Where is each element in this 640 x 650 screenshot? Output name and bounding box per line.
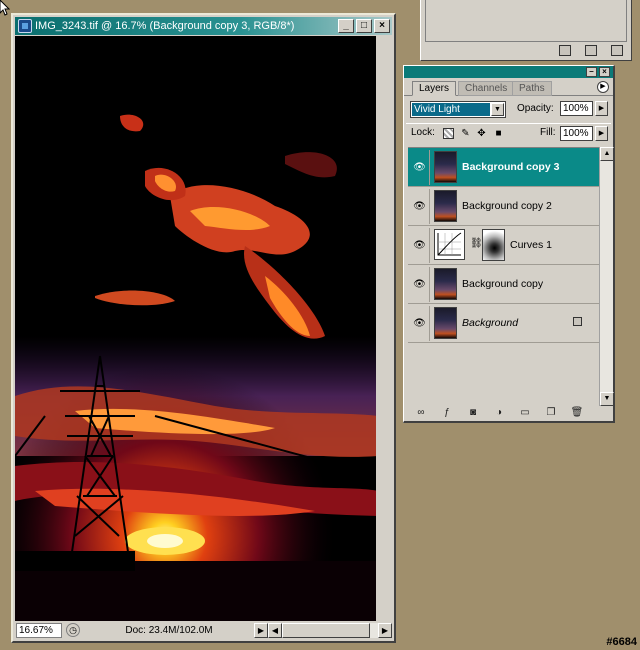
image-canvas[interactable] — [15, 36, 378, 623]
fill-slider-button[interactable]: ▶ — [595, 126, 608, 141]
blend-mode-select[interactable]: Vivid Light ▼ — [410, 101, 506, 118]
layer-name: Background copy 3 — [462, 161, 560, 173]
navigator-panel-body — [425, 0, 627, 42]
link-layers-icon[interactable]: ∞ — [414, 407, 428, 419]
minimize-button[interactable]: _ — [338, 19, 354, 33]
zoom-field[interactable]: 16.67% — [16, 622, 62, 638]
new-layer-icon[interactable]: ❐ — [544, 407, 558, 419]
lock-all-icon[interactable]: ■ — [493, 128, 504, 139]
layer-row-background[interactable]: 👁 Background — [408, 304, 600, 343]
divider — [406, 123, 611, 124]
layer-list: 👁 Background copy 3 👁 Background copy 2 … — [408, 147, 600, 406]
palette-titlebar[interactable]: – × — [404, 66, 613, 78]
layer-thumbnail — [434, 151, 457, 183]
layers-vertical-scrollbar[interactable]: ▲ ▼ — [599, 147, 614, 406]
scroll-down-button[interactable]: ▼ — [600, 392, 614, 406]
palette-footer: ∞ ƒ ◙ ◑ ▭ ❐ 🗑 — [404, 405, 613, 421]
eye-icon[interactable]: 👁 — [410, 189, 430, 224]
palette-close-button[interactable]: × — [599, 67, 610, 77]
document-title: IMG_3243.tif @ 16.7% (Background copy 3,… — [35, 20, 295, 32]
layer-thumbnail — [434, 268, 457, 300]
palette-tabs: Layers Channels Paths ▶ — [404, 78, 613, 96]
layer-thumbnail — [434, 190, 457, 222]
camera-icon[interactable] — [585, 45, 597, 56]
layer-row-background-copy-3[interactable]: 👁 Background copy 3 — [408, 148, 600, 187]
lock-icon — [573, 317, 582, 326]
opacity-label: Opacity: — [517, 103, 554, 114]
blend-mode-value: Vivid Light — [412, 103, 490, 116]
lock-transparency-icon[interactable] — [443, 128, 454, 139]
close-button[interactable]: × — [374, 19, 390, 33]
status-arrow-button[interactable]: ▶ — [254, 622, 268, 638]
opacity-field[interactable]: 100% — [560, 101, 593, 116]
opacity-slider-button[interactable]: ▶ — [595, 101, 608, 116]
eye-icon[interactable]: 👁 — [410, 306, 430, 341]
layer-name: Background — [462, 317, 519, 329]
lock-label: Lock: — [411, 127, 435, 138]
sunset-photo — [15, 36, 378, 623]
curves-adjustment-icon — [434, 229, 465, 260]
layer-name: Background copy 2 — [462, 200, 552, 212]
status-menu-icon[interactable]: ◷ — [66, 623, 80, 637]
layer-name: Curves 1 — [510, 239, 553, 251]
tab-paths[interactable]: Paths — [512, 81, 552, 96]
doc-size-info: Doc: 23.4M/102.0M — [125, 624, 213, 636]
layer-thumbnail — [434, 307, 457, 339]
layer-row-background-copy[interactable]: 👁 Background copy — [408, 265, 600, 304]
scroll-up-button[interactable]: ▲ — [600, 147, 614, 161]
new-group-icon[interactable]: ▭ — [518, 407, 532, 419]
tab-layers[interactable]: Layers — [412, 81, 457, 96]
layer-name: Background copy — [462, 278, 544, 290]
layers-palette: – × Layers Channels Paths ▶ Vivid Light … — [403, 65, 615, 423]
navigator-panel — [420, 0, 632, 61]
history-snapshot-icon[interactable] — [559, 45, 571, 56]
status-bar: 16.67% ◷ Doc: 23.4M/102.0M ▶ ◀ ▶ — [15, 621, 392, 639]
layer-style-icon[interactable]: ƒ — [440, 407, 454, 419]
fill-label: Fill: — [540, 127, 556, 138]
fill-field[interactable]: 100% — [560, 126, 593, 141]
horizontal-scroll-thumb[interactable] — [282, 622, 370, 638]
tab-channels[interactable]: Channels — [458, 81, 515, 96]
watermark: #6684 — [606, 636, 637, 648]
palette-menu-icon[interactable]: ▶ — [597, 81, 609, 93]
document-window: IMG_3243.tif @ 16.7% (Background copy 3,… — [11, 13, 396, 643]
mouse-cursor-icon — [0, 0, 10, 16]
vertical-scrollbar[interactable] — [376, 36, 392, 623]
lock-brush-icon[interactable]: ✎ — [460, 128, 471, 139]
document-titlebar[interactable]: IMG_3243.tif @ 16.7% (Background copy 3,… — [15, 17, 392, 35]
palette-minimize-button[interactable]: – — [586, 67, 597, 77]
trash-icon[interactable]: 🗑 — [570, 407, 584, 419]
add-mask-icon[interactable]: ◙ — [466, 407, 480, 419]
trash-icon[interactable] — [611, 45, 623, 56]
chevron-down-icon[interactable]: ▼ — [491, 103, 504, 116]
horizontal-scrollbar[interactable] — [282, 622, 378, 638]
layer-row-curves-1[interactable]: 👁 ⛓ Curves 1 — [408, 226, 600, 265]
link-chain-icon[interactable]: ⛓ — [470, 238, 483, 249]
eye-icon[interactable]: 👁 — [410, 150, 430, 185]
adjustment-layer-icon[interactable]: ◑ — [492, 407, 506, 419]
layer-mask-thumbnail[interactable] — [482, 229, 505, 261]
lock-move-icon[interactable]: ✥ — [476, 128, 487, 139]
eye-icon[interactable]: 👁 — [410, 228, 430, 263]
scroll-right-button[interactable]: ▶ — [378, 622, 392, 638]
eye-icon[interactable]: 👁 — [410, 267, 430, 302]
layer-row-background-copy-2[interactable]: 👁 Background copy 2 — [408, 187, 600, 226]
scroll-left-button[interactable]: ◀ — [268, 622, 282, 638]
maximize-button[interactable]: □ — [356, 19, 372, 33]
photoshop-doc-icon — [18, 19, 32, 33]
